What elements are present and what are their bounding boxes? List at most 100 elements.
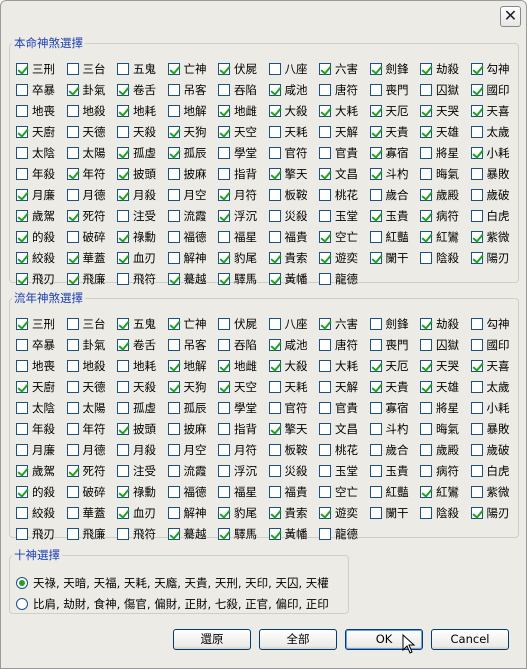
checkbox-item[interactable]: 天哭	[420, 101, 459, 121]
checkbox-item[interactable]: 注受	[117, 461, 156, 481]
checkbox-item[interactable]: 文昌	[319, 419, 358, 439]
checkbox-item[interactable]: 五鬼	[117, 314, 156, 334]
checkbox[interactable]	[117, 444, 129, 456]
checkbox[interactable]	[167, 528, 180, 540]
checkbox-item[interactable]: 地耗	[117, 356, 156, 376]
checkbox[interactable]	[16, 168, 28, 180]
checkbox-item[interactable]: 病符	[420, 206, 459, 226]
checkbox-item[interactable]: 月德	[66, 440, 106, 460]
checkbox[interactable]	[369, 339, 382, 351]
checkbox-item[interactable]: 豹尾	[218, 503, 257, 523]
checkbox[interactable]	[218, 339, 230, 351]
checkbox-item[interactable]: 暴敗	[470, 164, 510, 184]
checkbox[interactable]	[369, 168, 382, 180]
checkbox-item[interactable]: 晦氣	[420, 164, 459, 184]
checkbox[interactable]	[66, 189, 79, 201]
checkbox-item[interactable]: 的殺	[16, 227, 55, 247]
close-button[interactable]: ✕	[500, 6, 521, 27]
checkbox[interactable]	[66, 423, 79, 435]
checkbox-item[interactable]: 大耗	[319, 356, 358, 376]
shishen-option-2[interactable]: 比肩, 劫財, 食神, 傷官, 偏財, 正財, 七殺, 正官, 偏印, 正印	[16, 594, 329, 614]
checkbox-item[interactable]: 年殺	[16, 419, 55, 439]
checkbox-item[interactable]: 遊奕	[319, 503, 358, 523]
checkbox-item[interactable]: 地耗	[117, 101, 156, 121]
checkbox[interactable]	[268, 147, 281, 159]
checkbox-item[interactable]: 披頭	[117, 164, 156, 184]
checkbox-item[interactable]: 浮沉	[218, 461, 257, 481]
checkbox-item[interactable]: 的殺	[16, 482, 55, 502]
checkbox-item[interactable]: 咸池	[268, 80, 308, 100]
checkbox-item[interactable]: 破碎	[66, 227, 106, 247]
checkbox[interactable]	[268, 318, 281, 330]
checkbox[interactable]	[117, 252, 129, 264]
checkbox[interactable]	[66, 486, 79, 498]
checkbox-item[interactable]: 大耗	[319, 101, 358, 121]
checkbox[interactable]	[470, 210, 483, 222]
checkbox[interactable]	[470, 402, 483, 414]
checkbox[interactable]	[218, 444, 230, 456]
checkbox[interactable]	[117, 273, 129, 285]
checkbox-item[interactable]: 驀越	[167, 269, 207, 289]
checkbox[interactable]	[470, 444, 483, 456]
cancel-button[interactable]: Cancel	[431, 629, 509, 650]
checkbox-item[interactable]: 卒暴	[16, 80, 55, 100]
checkbox[interactable]	[319, 507, 331, 519]
checkbox-item[interactable]: 白虎	[470, 206, 510, 226]
checkbox-item[interactable]: 晦氣	[420, 419, 459, 439]
checkbox[interactable]	[268, 444, 281, 456]
checkbox[interactable]	[66, 105, 79, 117]
checkbox[interactable]	[218, 147, 230, 159]
checkbox-item[interactable]: 歲殿	[420, 185, 459, 205]
checkbox-item[interactable]: 亡神	[167, 314, 207, 334]
checkbox[interactable]	[470, 147, 483, 159]
checkbox-item[interactable]: 八座	[268, 59, 308, 79]
checkbox-item[interactable]: 寡宿	[369, 398, 409, 418]
checkbox[interactable]	[369, 423, 382, 435]
checkbox[interactable]	[369, 147, 382, 159]
checkbox-item[interactable]: 天厄	[369, 356, 409, 376]
checkbox[interactable]	[420, 147, 432, 159]
checkbox[interactable]	[218, 507, 230, 519]
checkbox[interactable]	[167, 210, 180, 222]
checkbox[interactable]	[319, 402, 331, 414]
checkbox-item[interactable]: 天耗	[268, 377, 308, 397]
checkbox-item[interactable]: 歲破	[470, 440, 510, 460]
checkbox[interactable]	[470, 318, 483, 330]
checkbox-item[interactable]: 卷舌	[117, 335, 156, 355]
checkbox-item[interactable]: 咸池	[268, 335, 308, 355]
checkbox[interactable]	[268, 339, 281, 351]
checkbox-item[interactable]: 五鬼	[117, 59, 156, 79]
checkbox[interactable]	[470, 231, 483, 243]
checkbox[interactable]	[470, 465, 483, 477]
checkbox[interactable]	[319, 381, 331, 393]
checkbox-item[interactable]: 文昌	[319, 164, 358, 184]
checkbox-item[interactable]: 飛符	[117, 269, 156, 289]
checkbox[interactable]	[167, 231, 180, 243]
checkbox-item[interactable]: 喪門	[369, 335, 409, 355]
checkbox[interactable]	[218, 84, 230, 96]
checkbox-item[interactable]: 劫殺	[420, 59, 459, 79]
checkbox[interactable]	[16, 210, 28, 222]
checkbox-item[interactable]: 斗杓	[369, 419, 409, 439]
checkbox-item[interactable]: 地喪	[16, 101, 55, 121]
checkbox[interactable]	[117, 402, 129, 414]
checkbox-item[interactable]: 天雄	[420, 122, 459, 142]
checkbox-item[interactable]: 卒暴	[16, 335, 55, 355]
checkbox-item[interactable]: 驛馬	[218, 269, 257, 289]
checkbox-item[interactable]: 天解	[319, 122, 358, 142]
checkbox[interactable]	[369, 360, 382, 372]
checkbox[interactable]	[420, 465, 432, 477]
checkbox[interactable]	[369, 402, 382, 414]
checkbox-item[interactable]: 喪門	[369, 80, 409, 100]
checkbox-item[interactable]: 歲合	[369, 185, 409, 205]
checkbox[interactable]	[369, 465, 382, 477]
checkbox[interactable]	[369, 105, 382, 117]
checkbox[interactable]	[369, 444, 382, 456]
checkbox-item[interactable]: 福德	[167, 482, 207, 502]
checkbox-item[interactable]: 卦氣	[66, 80, 106, 100]
checkbox[interactable]	[268, 84, 281, 96]
checkbox[interactable]	[66, 210, 79, 222]
checkbox-item[interactable]: 斗杓	[369, 164, 409, 184]
checkbox-item[interactable]: 空亡	[319, 227, 358, 247]
checkbox-item[interactable]: 驛馬	[218, 524, 257, 544]
